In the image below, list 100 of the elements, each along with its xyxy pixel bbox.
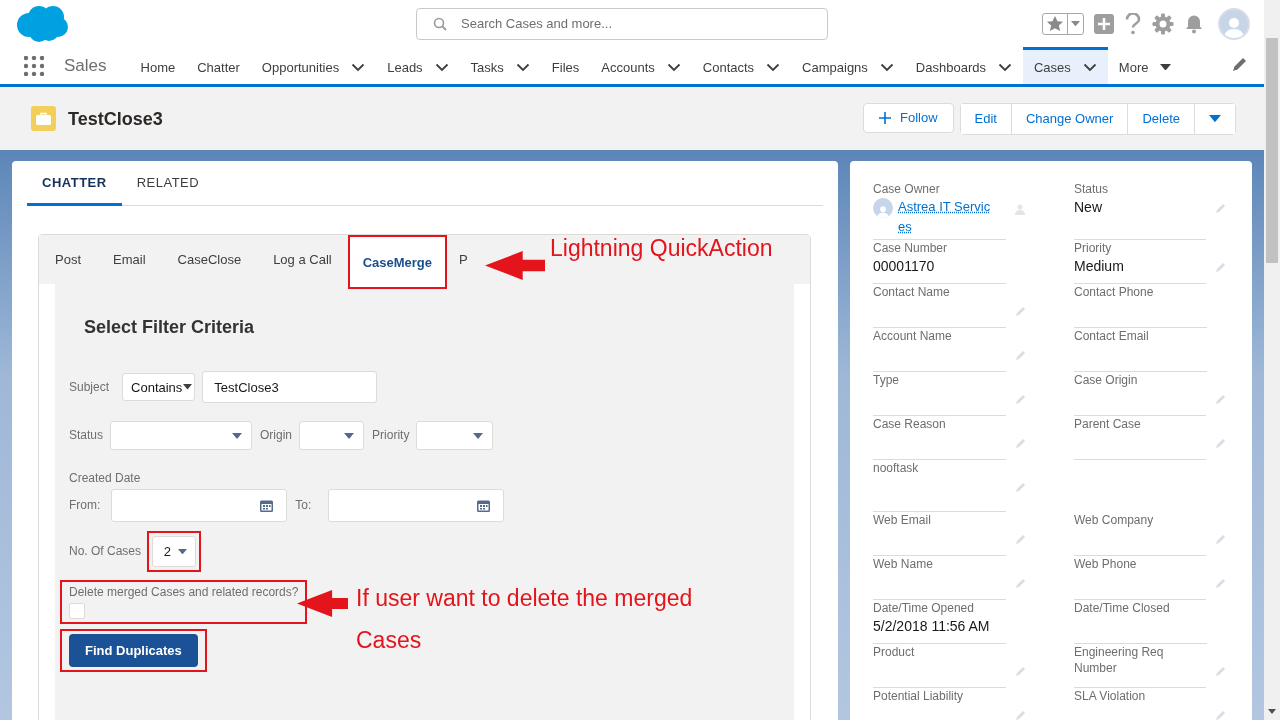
nav-tab[interactable]: Chatter — [186, 47, 251, 84]
scrollbar-thumb[interactable] — [1266, 38, 1278, 263]
pencil-icon[interactable] — [1014, 306, 1026, 318]
chevron-down-icon — [879, 62, 894, 72]
pencil-icon[interactable] — [1214, 534, 1226, 546]
field-label: Web Name — [873, 556, 934, 572]
star-icon — [1046, 15, 1064, 32]
nav-tab[interactable]: Campaigns — [791, 47, 905, 84]
field-label: Priority — [372, 428, 410, 443]
cloud-logo[interactable] — [15, 4, 69, 43]
operator-select[interactable]: Contains — [122, 373, 196, 401]
case-count-select[interactable]: 2 — [152, 536, 197, 567]
field-label: From: — [69, 498, 101, 513]
calendar-icon[interactable] — [477, 499, 491, 512]
pencil-icon[interactable] — [1014, 350, 1026, 362]
form-title: Select Filter Criteria — [84, 317, 256, 338]
field-value: 5/2/2018 11:56 AM — [873, 617, 991, 636]
chevron-down-icon — [997, 62, 1012, 72]
publisher-tab[interactable]: Post — [39, 235, 97, 284]
field-label: Engineering Req Number — [1074, 644, 1165, 676]
search-icon — [433, 16, 447, 31]
checkbox[interactable] — [69, 603, 85, 619]
nav-tab[interactable]: Opportunities — [250, 47, 377, 84]
pencil-icon[interactable] — [1214, 666, 1226, 678]
field-label: Product — [873, 644, 916, 660]
pencil-icon[interactable] — [1214, 203, 1226, 215]
publisher-tab[interactable]: P — [447, 235, 470, 284]
scroll-down-icon[interactable] — [1268, 709, 1276, 714]
subject-input[interactable]: TestClose3 — [202, 371, 378, 403]
publisher-tab[interactable]: Log a Call — [257, 235, 348, 284]
search-field[interactable]: Search Cases and more... — [416, 7, 828, 40]
case-object-icon — [31, 106, 56, 131]
nav-tab[interactable]: Files — [540, 47, 591, 84]
notifications-button[interactable] — [1184, 13, 1204, 34]
plus-icon — [879, 111, 891, 124]
pencil-icon[interactable] — [1214, 710, 1226, 720]
search-input[interactable]: Search Cases and more... — [459, 15, 799, 32]
pencil-icon[interactable] — [1014, 394, 1026, 406]
nav-tab[interactable]: Cases — [1022, 47, 1108, 84]
pencil-icon[interactable] — [1014, 666, 1026, 678]
pencil-icon[interactable] — [1014, 482, 1026, 494]
field-label: Status — [69, 428, 104, 443]
checkbox-label: Delete merged Cases and related records? — [69, 585, 299, 600]
more-actions-button[interactable] — [1194, 103, 1235, 134]
plus-icon — [1094, 13, 1114, 34]
dropdown-select[interactable] — [416, 421, 494, 450]
pencil-icon[interactable] — [1214, 394, 1226, 406]
nav-tab[interactable]: More — [1107, 47, 1183, 84]
settings-button[interactable] — [1152, 12, 1174, 35]
record-tab[interactable]: RELATED — [121, 161, 215, 206]
record-tab[interactable]: CHATTER — [27, 161, 122, 206]
dropdown-select[interactable] — [110, 421, 253, 450]
field-label: Case Owner — [873, 181, 941, 197]
pencil-icon[interactable] — [1214, 578, 1226, 590]
field-label: Priority — [1074, 240, 1113, 256]
publisher-tab[interactable]: Email — [97, 235, 162, 284]
pencil-icon[interactable] — [1214, 262, 1226, 274]
favorites-menu-button[interactable] — [1067, 13, 1083, 34]
pencil-icon[interactable] — [1014, 534, 1026, 546]
nav-tab[interactable]: Home — [129, 47, 187, 84]
owner-link[interactable]: Astrea IT Services — [898, 197, 993, 237]
chevron-down-icon — [434, 62, 449, 72]
app-name: Sales — [64, 55, 107, 76]
caret-down-icon — [232, 432, 243, 439]
pencil-icon[interactable] — [1014, 578, 1026, 590]
add-button[interactable] — [1094, 13, 1114, 34]
bell-icon — [1184, 13, 1204, 34]
annotation-text: If user want to delete the merged Cases — [356, 584, 694, 655]
change-owner-icon[interactable] — [1014, 203, 1026, 215]
nav-tab[interactable]: Accounts — [590, 47, 692, 84]
date-input[interactable] — [111, 489, 288, 522]
nav-tab[interactable]: Dashboards — [904, 47, 1023, 84]
dropdown-select[interactable] — [299, 421, 365, 450]
field-label: Case Origin — [1074, 372, 1139, 388]
field-label: Web Phone — [1074, 556, 1138, 572]
caret-down-icon — [1209, 114, 1221, 123]
pencil-icon[interactable] — [1014, 438, 1026, 450]
find-duplicates-button[interactable]: Find Duplicates — [69, 634, 198, 667]
nav-tab[interactable]: Contacts — [691, 47, 792, 84]
avatar[interactable] — [1218, 7, 1250, 40]
nav-tab[interactable]: Tasks — [459, 47, 541, 84]
pencil-icon[interactable] — [1014, 710, 1026, 720]
publisher-tab[interactable]: CaseClose — [161, 235, 258, 284]
nav-tab[interactable]: Leads — [376, 47, 460, 84]
field-label: SLA Violation — [1074, 688, 1147, 704]
field-label: Account Name — [873, 328, 953, 344]
grid-icon — [24, 55, 44, 76]
follow-button[interactable]: Follow — [863, 102, 954, 133]
field-label: To: — [295, 498, 312, 513]
caret-down-icon — [473, 432, 484, 439]
date-input[interactable] — [328, 489, 505, 522]
field-label: Contact Name — [873, 284, 951, 300]
arrow-left — [485, 251, 545, 280]
field-label: Potential Liability — [873, 688, 965, 704]
pencil-icon[interactable] — [1214, 438, 1226, 450]
help-button[interactable] — [1124, 12, 1142, 35]
field-label: Parent Case — [1074, 416, 1142, 432]
record-title: TestClose3 — [68, 107, 163, 130]
calendar-icon[interactable] — [260, 499, 274, 512]
field-label: Date/Time Opened — [873, 600, 975, 616]
